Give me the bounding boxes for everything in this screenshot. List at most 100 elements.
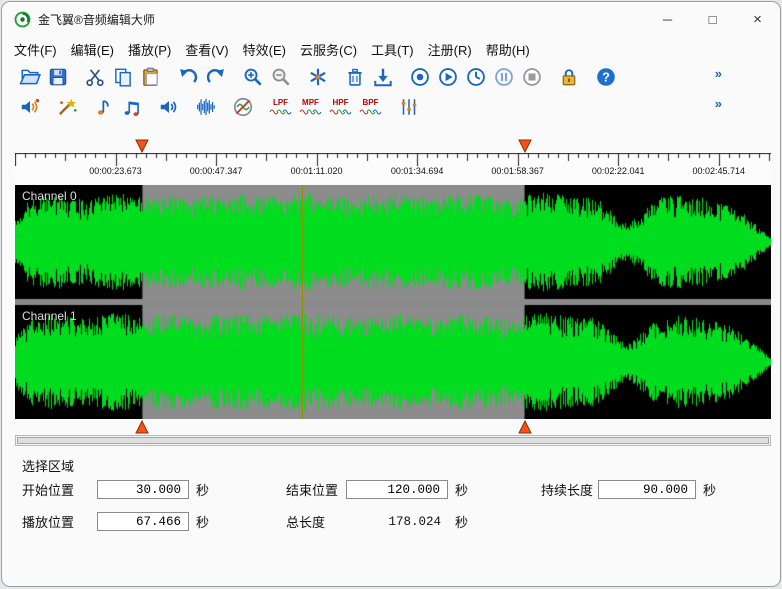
duration-label: 持续长度 bbox=[541, 480, 593, 501]
total-length-unit: 秒 bbox=[455, 512, 468, 533]
open-file-button[interactable] bbox=[16, 64, 43, 91]
waveform-icon bbox=[195, 96, 217, 118]
low-pass-filter-icon bbox=[269, 107, 293, 116]
timeline-area: 00:00:23.67300:00:47.34700:01:11.02000:0… bbox=[15, 138, 771, 446]
play-position-label: 播放位置 bbox=[22, 512, 74, 533]
timeline-ruler[interactable]: 00:00:23.67300:00:47.34700:01:11.02000:0… bbox=[15, 153, 771, 182]
lock-button[interactable] bbox=[555, 64, 582, 91]
equalizer-button[interactable] bbox=[395, 94, 422, 121]
channel-1-label: Channel 1 bbox=[22, 309, 77, 323]
play-position-input[interactable] bbox=[97, 512, 189, 531]
menu-item-register[interactable]: 注册(R) bbox=[421, 37, 479, 62]
cut-button[interactable] bbox=[81, 64, 108, 91]
scrollbar-thumb[interactable] bbox=[17, 437, 769, 444]
maximize-button[interactable]: □ bbox=[690, 2, 735, 36]
play-icon bbox=[437, 66, 459, 88]
delete-button[interactable] bbox=[341, 64, 368, 91]
menubar: 文件(F)编辑(E)播放(P)查看(V)特效(E)云服务(C)工具(T)注册(R… bbox=[2, 36, 780, 62]
band-pass-filter-icon bbox=[359, 107, 383, 116]
menu-item-help[interactable]: 帮助(H) bbox=[479, 37, 537, 62]
music-note-button[interactable] bbox=[90, 94, 117, 121]
end-position-unit: 秒 bbox=[455, 480, 468, 501]
stop-button[interactable] bbox=[518, 64, 545, 91]
mixer-icon bbox=[307, 66, 329, 88]
app-logo-icon bbox=[14, 11, 31, 28]
duration-input[interactable] bbox=[598, 480, 696, 499]
mid-pass-filter-button[interactable]: MPF bbox=[296, 94, 325, 121]
save-file-button[interactable] bbox=[44, 64, 71, 91]
titlebar: 金飞翼®音频编辑大师 ─ □ × bbox=[2, 2, 780, 36]
ruler-time-label: 00:00:23.673 bbox=[79, 166, 153, 176]
ruler-time-label: 00:02:22.041 bbox=[581, 166, 655, 176]
mute-wave-button[interactable] bbox=[229, 94, 256, 121]
high-pass-filter-button[interactable]: HPF bbox=[326, 94, 355, 121]
waveform-canvas[interactable] bbox=[15, 185, 771, 419]
zoom-in-icon bbox=[242, 66, 264, 88]
menu-item-tools[interactable]: 工具(T) bbox=[364, 37, 421, 62]
total-length-value: 178.024 bbox=[346, 512, 448, 533]
effects-wand-button[interactable] bbox=[53, 94, 80, 121]
undo-icon bbox=[177, 66, 199, 88]
play-position-unit: 秒 bbox=[196, 512, 209, 533]
menu-item-play[interactable]: 播放(P) bbox=[121, 37, 178, 62]
playhead-line bbox=[302, 185, 303, 419]
ruler-time-label: 00:01:11.020 bbox=[280, 166, 354, 176]
start-position-input[interactable] bbox=[97, 480, 189, 499]
music-notes-button[interactable] bbox=[118, 94, 145, 121]
window-controls: ─ □ × bbox=[645, 2, 780, 36]
app-window: 金飞翼®音频编辑大师 ─ □ × 文件(F)编辑(E)播放(P)查看(V)特效(… bbox=[1, 1, 781, 587]
start-position-label: 开始位置 bbox=[22, 480, 74, 501]
ruler-time-label: 00:02:45.714 bbox=[682, 166, 756, 176]
end-position-input[interactable] bbox=[346, 480, 448, 499]
toolbar-audio: LPF MPF HPF BPF » bbox=[2, 92, 780, 122]
high-pass-filter-icon bbox=[329, 107, 353, 116]
minimize-button[interactable]: ─ bbox=[645, 2, 690, 36]
voice-icon bbox=[19, 96, 41, 118]
menu-item-view[interactable]: 查看(V) bbox=[178, 37, 235, 62]
total-length-label: 总长度 bbox=[286, 512, 325, 533]
toolbar-main: ?» bbox=[2, 62, 780, 92]
import-icon bbox=[372, 66, 394, 88]
high-pass-filter-label: HPF bbox=[333, 98, 349, 107]
ruler-time-label: 00:01:58.367 bbox=[481, 166, 555, 176]
effects-wand-icon bbox=[56, 96, 78, 118]
lock-icon bbox=[558, 66, 580, 88]
zoom-in-button[interactable] bbox=[239, 64, 266, 91]
close-button[interactable]: × bbox=[735, 2, 780, 36]
horizontal-scrollbar[interactable] bbox=[15, 435, 771, 446]
copy-button[interactable] bbox=[109, 64, 136, 91]
redo-icon bbox=[205, 66, 227, 88]
toolbar-overflow-icon[interactable]: » bbox=[715, 67, 722, 80]
voice-button[interactable] bbox=[16, 94, 43, 121]
help-button[interactable]: ? bbox=[592, 64, 619, 91]
mixer-button[interactable] bbox=[304, 64, 331, 91]
low-pass-filter-label: LPF bbox=[273, 98, 288, 107]
redo-button[interactable] bbox=[202, 64, 229, 91]
record-icon bbox=[409, 66, 431, 88]
zoom-out-button[interactable] bbox=[267, 64, 294, 91]
import-button[interactable] bbox=[369, 64, 396, 91]
waveform-button[interactable] bbox=[192, 94, 219, 121]
menu-item-cloud-service[interactable]: 云服务(C) bbox=[293, 37, 364, 62]
paste-button[interactable] bbox=[137, 64, 164, 91]
play-timer-button[interactable] bbox=[462, 64, 489, 91]
waveform-display[interactable]: Channel 0 Channel 1 bbox=[15, 185, 771, 419]
paste-icon bbox=[140, 66, 162, 88]
menu-item-effects[interactable]: 特效(E) bbox=[236, 37, 293, 62]
low-pass-filter-button[interactable]: LPF bbox=[266, 94, 295, 121]
undo-button[interactable] bbox=[174, 64, 201, 91]
selection-markers-top bbox=[15, 138, 771, 153]
toolbar-overflow-icon[interactable]: » bbox=[715, 97, 722, 110]
start-position-unit: 秒 bbox=[196, 480, 209, 501]
speaker-icon bbox=[158, 96, 180, 118]
menu-item-file[interactable]: 文件(F) bbox=[7, 37, 64, 62]
help-icon: ? bbox=[595, 66, 617, 88]
speaker-button[interactable] bbox=[155, 94, 182, 121]
band-pass-filter-button[interactable]: BPF bbox=[356, 94, 385, 121]
end-position-label: 结束位置 bbox=[286, 480, 338, 501]
pause-button[interactable] bbox=[490, 64, 517, 91]
menu-item-edit[interactable]: 编辑(E) bbox=[64, 37, 121, 62]
record-button[interactable] bbox=[406, 64, 433, 91]
play-button[interactable] bbox=[434, 64, 461, 91]
mute-wave-icon bbox=[232, 96, 254, 118]
